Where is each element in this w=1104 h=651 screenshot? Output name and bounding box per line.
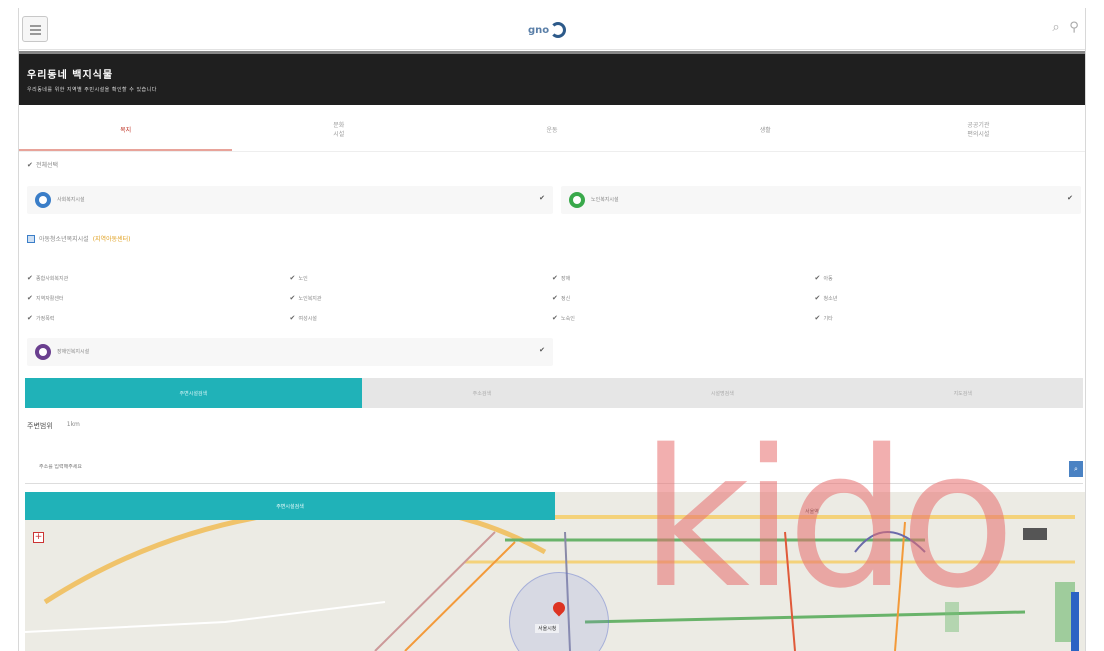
address-search-input[interactable]: [39, 464, 439, 470]
panel-disability-welfare[interactable]: 장애인복지시설 ✔: [27, 338, 553, 366]
logo-text: gno: [528, 24, 550, 36]
senior-welfare-icon: [569, 192, 585, 208]
top-icons: ⌕ ⚲: [1049, 20, 1081, 36]
panel-senior-welfare[interactable]: 노인복지시설 ✔: [561, 186, 1081, 214]
facility-checkbox[interactable]: ✔ 지역자활센터: [27, 290, 290, 306]
check-icon: ✔: [27, 314, 33, 322]
top-bar: gno ⌕ ⚲: [19, 8, 1085, 50]
child-welfare-label: 아동청소년복지시설: [39, 236, 89, 243]
check-icon: ✔: [552, 314, 558, 322]
check-icon: ✔: [814, 294, 821, 302]
search-submit-button[interactable]: ⌕: [1069, 461, 1083, 477]
tab-map-search[interactable]: 지도검색: [843, 378, 1083, 408]
disability-welfare-icon: [35, 344, 51, 360]
panel-label: 장애인복지시설: [57, 349, 90, 355]
radius-select[interactable]: 1km: [67, 421, 80, 431]
facility-checkbox[interactable]: ✔ 노숙인: [552, 310, 815, 326]
page-banner: 우리동네 백지식물 우리동네를 위한 지역별 주민시설을 확인할 수 있습니다: [19, 51, 1085, 105]
check-icon: ✔: [814, 274, 821, 282]
select-all-label: 전체선택: [36, 162, 59, 169]
tab-culture[interactable]: 문화 시설: [232, 109, 445, 151]
address-search-row: ⌕: [25, 460, 1083, 484]
check-icon: ✔: [27, 160, 33, 169]
check-icon: ✔: [289, 294, 296, 302]
tab-name-search[interactable]: 시설명검색: [602, 378, 842, 408]
map-control[interactable]: [1023, 528, 1047, 540]
nearby-search-button[interactable]: 주변시설검색: [25, 492, 555, 520]
check-icon[interactable]: ✔: [1067, 194, 1073, 202]
map-zoom-slider[interactable]: [1071, 592, 1079, 651]
map-place-label: 서울역: [805, 509, 819, 515]
user-icon[interactable]: ⚲: [1067, 20, 1081, 36]
check-icon: ✔: [552, 294, 558, 302]
check-icon: ✔: [814, 314, 821, 322]
panel-label: 사회복지시설: [57, 197, 85, 203]
check-icon[interactable]: ✔: [539, 346, 545, 354]
social-welfare-icon: [35, 192, 51, 208]
facility-checkbox[interactable]: ✔ 가정폭력: [27, 310, 290, 326]
page-subtitle: 우리동네를 위한 지역별 주민시설을 확인할 수 있습니다: [27, 87, 157, 93]
tab-sports[interactable]: 운동: [445, 109, 658, 151]
radius-row: 주변범위 1km: [27, 421, 80, 431]
page-title: 우리동네 백지식물: [27, 70, 114, 81]
hamburger-menu-icon[interactable]: [22, 16, 48, 42]
facility-checkbox-grid: ✔ 종합사회복지관 ✔ 노인 ✔ 장애 ✔ 아동 ✔ 지역자활센터 ✔ 노인복지관 ✔ 정신 …: [27, 270, 1077, 326]
logo-mark-icon: [550, 22, 567, 38]
zoom-in-button[interactable]: +: [33, 532, 44, 543]
check-icon: ✔: [552, 274, 558, 282]
panel-label: 노인복지시설: [591, 197, 619, 203]
tab-living[interactable]: 생활: [659, 109, 872, 151]
facility-checkbox[interactable]: ✔ 여성시설: [290, 310, 553, 326]
check-icon: ✔: [289, 274, 296, 282]
location-label: 서울시청: [535, 624, 560, 633]
facility-checkbox[interactable]: ✔ 기타: [815, 310, 1078, 326]
facility-checkbox[interactable]: ✔ 노인복지관: [290, 290, 553, 306]
app-frame: gno ⌕ ⚲ 우리동네 백지식물 우리동네를 위한 지역별 주민시설을 확인할…: [18, 8, 1086, 651]
tab-public[interactable]: 공공기관 편의시설: [872, 109, 1085, 151]
tab-address-search[interactable]: 주소검색: [362, 378, 602, 408]
facility-checkbox[interactable]: ✔ 정신: [552, 290, 815, 306]
facility-checkbox[interactable]: ✔ 노인: [290, 270, 553, 286]
check-icon: ✔: [27, 294, 33, 302]
check-icon: ✔: [289, 314, 296, 322]
facility-checkbox[interactable]: ✔ 청소년: [815, 290, 1078, 306]
facility-checkbox[interactable]: ✔ 아동: [815, 270, 1078, 286]
facility-checkbox[interactable]: ✔ 장애: [552, 270, 815, 286]
tab-welfare[interactable]: 복지: [19, 109, 233, 151]
logo[interactable]: gno: [528, 19, 567, 41]
check-icon: ✔: [27, 274, 33, 282]
child-welfare-note: (지역아동센터): [92, 236, 131, 243]
check-icon[interactable]: ✔: [539, 194, 545, 202]
facility-checkbox[interactable]: ✔ 종합사회복지관: [27, 270, 290, 286]
tab-nearby-search[interactable]: 주변시설검색: [25, 378, 362, 408]
map-view[interactable]: 주변시설검색 + 서울역 서울시청: [25, 492, 1085, 651]
main-tabs: 복지 문화 시설 운동 생활 공공기관 편의시설: [19, 109, 1085, 152]
select-all-checkbox[interactable]: ✔ 전체선택: [27, 160, 58, 169]
panel-social-welfare[interactable]: 사회복지시설 ✔: [27, 186, 553, 214]
search-icon[interactable]: ⌕: [1049, 20, 1063, 36]
child-welfare-checkbox[interactable]: 아동청소년복지시설 (지역아동센터): [27, 234, 131, 243]
checkbox-icon: [27, 234, 35, 243]
search-mode-tabs: 주변시설검색 주소검색 시설명검색 지도검색: [25, 378, 1083, 408]
radius-label: 주변범위: [27, 422, 53, 430]
